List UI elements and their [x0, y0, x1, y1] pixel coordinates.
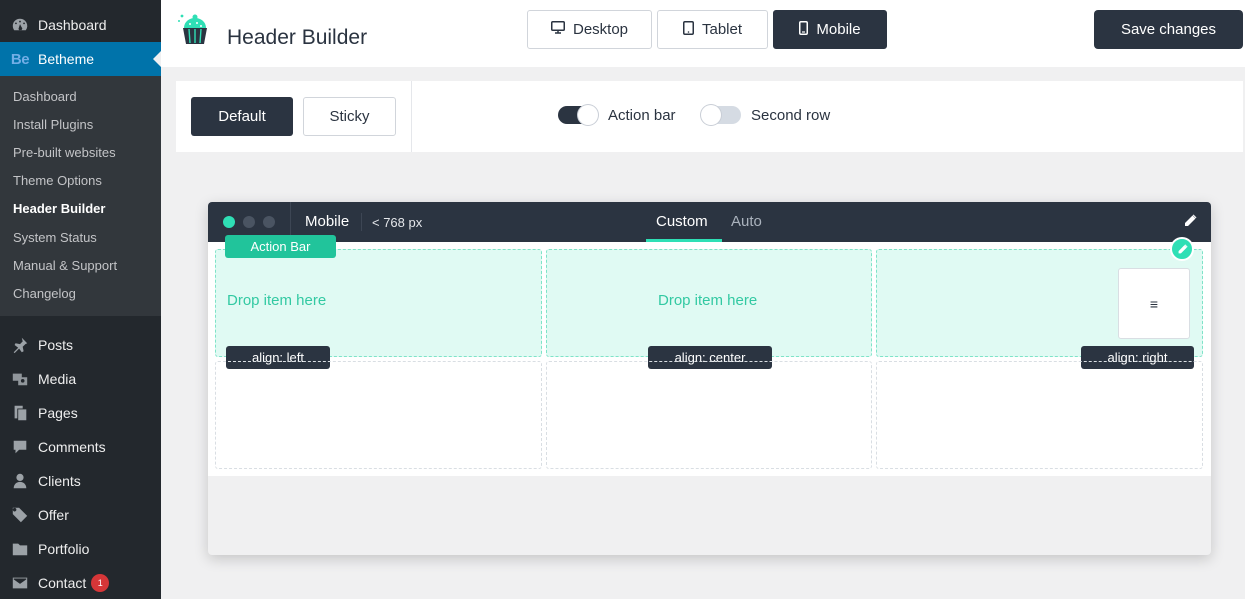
sidebar-item-dashboard[interactable]: Dashboard	[0, 8, 161, 42]
second-row-switch[interactable]	[701, 105, 741, 125]
device-mobile-button[interactable]: Mobile	[773, 10, 887, 49]
action-bar-row-label: Action Bar	[225, 235, 336, 258]
submenu-item-system-status[interactable]: System Status	[0, 223, 161, 251]
second-row-toggle[interactable]: Second row	[701, 105, 831, 125]
menu-hamburger-item[interactable]: ≡	[1118, 268, 1190, 339]
pin-icon	[9, 336, 31, 354]
header-rows-area: Drop item here align: left Drop item her…	[208, 235, 1211, 476]
sidebar-item-label: Posts	[38, 336, 74, 353]
pages-icon	[9, 404, 31, 422]
tablet-icon	[682, 20, 694, 39]
pencil-icon[interactable]	[1183, 214, 1199, 230]
toolbar-divider	[361, 213, 362, 231]
submenu-item-theme-options[interactable]: Theme Options	[0, 167, 161, 195]
main-row-cell-left[interactable]	[215, 361, 542, 469]
sticky-header-button[interactable]: Sticky	[303, 97, 396, 136]
drop-placeholder: Drop item here	[227, 292, 327, 309]
betheme-submenu: Dashboard Install Plugins Pre-built webs…	[0, 76, 161, 316]
window-dot-green	[223, 216, 235, 228]
action-bar-cell-center[interactable]: Drop item here align: center	[546, 249, 872, 369]
sidebar-item-label: Clients	[38, 472, 81, 489]
device-desktop-label: Desktop	[572, 21, 629, 38]
sidebar-item-label: Pages	[38, 404, 78, 421]
betheme-logo-icon: Be	[10, 50, 30, 68]
folder-icon	[9, 540, 31, 558]
action-bar-switch[interactable]	[558, 105, 598, 125]
divider	[411, 81, 412, 152]
submenu-item-install-plugins[interactable]: Install Plugins	[0, 110, 161, 138]
submenu-item-manual-support[interactable]: Manual & Support	[0, 251, 161, 279]
breakpoint-label: < 768 px	[372, 215, 423, 230]
second-row-label: Second row	[751, 106, 831, 124]
window-dot	[243, 216, 255, 228]
monitor-icon	[550, 21, 565, 38]
action-bar-cell-left[interactable]: Drop item here align: left	[215, 249, 542, 369]
media-icon	[9, 370, 31, 388]
user-icon	[9, 472, 31, 490]
sidebar-item-portfolio[interactable]: Portfolio	[0, 532, 161, 566]
default-header-button[interactable]: Default	[191, 97, 293, 136]
brand: Header Builder	[175, 10, 367, 55]
preview-toolbar: Mobile < 768 px Custom Auto	[208, 202, 1211, 242]
sidebar-item-label: Offer	[38, 506, 69, 523]
notification-badge: 1	[91, 573, 110, 592]
sidebar-item-betheme[interactable]: Be Betheme	[0, 42, 161, 76]
comment-icon	[9, 438, 31, 456]
sidebar-item-label: Media	[38, 370, 77, 387]
page-title: Header Builder	[227, 25, 368, 49]
submenu-item-dashboard[interactable]: Dashboard	[0, 82, 161, 110]
sidebar-item-label: Contact	[38, 574, 87, 591]
tag-icon	[9, 506, 31, 524]
sidebar-item-offer[interactable]: Offer	[0, 498, 161, 532]
hamburger-icon: ≡	[1149, 295, 1159, 312]
header-options-bar: Default Sticky Action bar Second row	[176, 81, 1243, 152]
phone-icon	[799, 20, 809, 39]
sidebar-item-media[interactable]: Media	[0, 362, 161, 396]
sidebar-item-pages[interactable]: Pages	[0, 396, 161, 430]
sidebar-item-label: Betheme	[38, 51, 95, 67]
device-tablet-button[interactable]: Tablet	[657, 10, 768, 49]
action-bar-toggle[interactable]: Action bar	[558, 105, 676, 125]
admin-sidebar: Dashboard Be Betheme Dashboard Install P…	[0, 0, 161, 599]
device-title: Mobile	[305, 213, 350, 230]
window-dot	[263, 216, 275, 228]
cupcake-logo-icon	[175, 10, 215, 55]
action-bar-label: Action bar	[608, 106, 676, 124]
builder-header: Header Builder Desktop Tablet Mobile Sav…	[161, 0, 1245, 67]
builder-preview-panel: Mobile < 768 px Custom Auto Drop item he…	[208, 202, 1211, 555]
device-mobile-label: Mobile	[816, 21, 861, 38]
device-desktop-button[interactable]: Desktop	[527, 10, 652, 49]
sidebar-item-clients[interactable]: Clients	[0, 464, 161, 498]
main-row-cell-right[interactable]	[876, 361, 1203, 469]
sidebar-item-posts[interactable]: Posts	[0, 328, 161, 362]
sidebar-item-label: Dashboard	[38, 17, 107, 33]
tab-custom[interactable]: Custom	[656, 213, 708, 230]
submenu-item-pre-built-websites[interactable]: Pre-built websites	[0, 138, 161, 166]
submenu-item-header-builder[interactable]: Header Builder	[0, 195, 161, 223]
sidebar-item-contact[interactable]: Contact 1	[0, 566, 161, 599]
sidebar-item-comments[interactable]: Comments	[0, 430, 161, 464]
device-tablet-label: Tablet	[701, 21, 743, 38]
submenu-item-changelog[interactable]: Changelog	[0, 279, 161, 307]
sidebar-item-label: Comments	[38, 438, 106, 455]
main-row-cell-center[interactable]	[546, 361, 872, 469]
drop-placeholder: Drop item here	[658, 292, 758, 309]
dashboard-icon	[9, 16, 31, 34]
mail-icon	[9, 574, 31, 592]
edit-row-pencil-icon[interactable]	[1170, 237, 1194, 261]
tab-auto[interactable]: Auto	[731, 213, 762, 230]
save-changes-button[interactable]: Save changes	[1094, 10, 1243, 49]
sidebar-item-label: Portfolio	[38, 540, 90, 557]
